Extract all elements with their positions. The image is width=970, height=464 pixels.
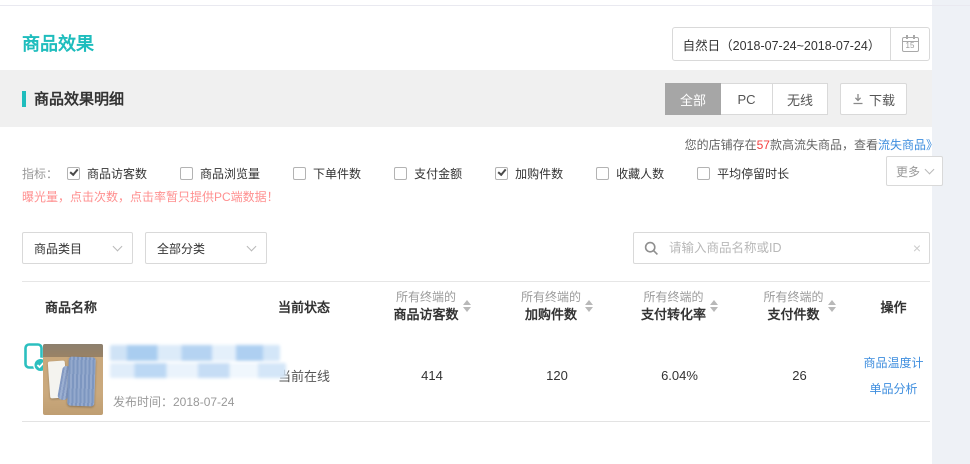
conversion-cell: 6.04% bbox=[617, 330, 742, 421]
metrics-row: 指标： 商品访客数 商品浏览量 下单件数 支付金额 加购件数 收藏人数 平均停留… bbox=[22, 158, 822, 188]
product-thermometer-link[interactable]: 商品温度计 bbox=[863, 354, 923, 371]
chevron-down-icon bbox=[925, 164, 935, 174]
checkbox-icon bbox=[394, 167, 407, 180]
col-header-paid-items[interactable]: 所有终端的支付件数 bbox=[742, 289, 857, 323]
paid-items-cell: 26 bbox=[742, 330, 857, 421]
product-search-box bbox=[633, 232, 930, 264]
download-icon bbox=[852, 93, 864, 105]
accent-bar bbox=[22, 91, 26, 107]
category-select[interactable]: 商品类目 bbox=[22, 232, 133, 264]
metric-checkbox-pageviews[interactable]: 商品浏览量 bbox=[180, 165, 260, 182]
metric-checkbox-visitors[interactable]: 商品访客数 bbox=[67, 165, 147, 182]
col-header-conversion[interactable]: 所有终端的支付转化率 bbox=[617, 289, 742, 323]
single-item-analysis-link[interactable]: 单品分析 bbox=[869, 380, 917, 397]
col-header-status: 当前状态 bbox=[257, 297, 367, 316]
date-range-picker[interactable]: 自然日（2018-07-24~2018-07-24） 15 bbox=[672, 27, 930, 61]
sort-icon[interactable] bbox=[828, 300, 836, 312]
table-header-row: 商品名称 当前状态 所有终端的商品访客数 所有终端的加购件数 所有终端的支付转化… bbox=[22, 282, 930, 330]
sort-icon[interactable] bbox=[585, 300, 593, 312]
product-thumbnail[interactable] bbox=[43, 344, 103, 415]
product-title-redacted[interactable] bbox=[110, 363, 286, 378]
section-header-band: 商品效果明细 全部 PC 无线 下载 bbox=[0, 70, 932, 127]
section-title: 商品效果明细 bbox=[22, 70, 124, 127]
checkbox-icon bbox=[495, 167, 508, 180]
metric-checkbox-payment-amount[interactable]: 支付金额 bbox=[394, 165, 462, 182]
metric-checkbox-favorites[interactable]: 收藏人数 bbox=[596, 165, 664, 182]
search-icon bbox=[644, 241, 659, 256]
page-right-gutter bbox=[932, 0, 970, 464]
visitors-cell: 414 bbox=[367, 330, 497, 421]
table-row: 发布时间：2018-07-24 当前在线 414 120 6.04% 26 商品… bbox=[22, 330, 930, 422]
product-cell: 发布时间：2018-07-24 bbox=[22, 330, 257, 421]
loss-products-notice: 您的店铺存在57款高流失商品，查看流失商品》 bbox=[685, 136, 938, 153]
metrics-label: 指标： bbox=[22, 165, 58, 182]
metric-checkbox-stay-time[interactable]: 平均停留时长 bbox=[697, 165, 789, 182]
date-range-label: 自然日（2018-07-24~2018-07-24） bbox=[673, 28, 890, 60]
product-title-redacted[interactable] bbox=[110, 345, 280, 361]
more-metrics-button[interactable]: 更多 bbox=[886, 156, 943, 186]
metric-checkbox-orders[interactable]: 下单件数 bbox=[293, 165, 361, 182]
page-title: 商品效果 bbox=[22, 30, 94, 56]
col-header-product-name: 商品名称 bbox=[22, 297, 257, 316]
checkbox-icon bbox=[293, 167, 306, 180]
tab-wireless[interactable]: 无线 bbox=[772, 83, 828, 115]
chevron-down-icon bbox=[113, 241, 123, 251]
checkbox-icon bbox=[697, 167, 710, 180]
tab-all-terminals[interactable]: 全部 bbox=[665, 83, 721, 115]
col-header-actions: 操作 bbox=[857, 297, 930, 316]
sort-icon[interactable] bbox=[463, 300, 471, 312]
chevron-down-icon bbox=[247, 241, 257, 251]
checkbox-icon bbox=[596, 167, 609, 180]
actions-cell: 商品温度计 单品分析 bbox=[857, 330, 930, 421]
top-divider bbox=[0, 5, 970, 6]
checkbox-icon bbox=[180, 167, 193, 180]
product-table: 商品名称 当前状态 所有终端的商品访客数 所有终端的加购件数 所有终端的支付转化… bbox=[22, 281, 930, 422]
publish-time: 发布时间：2018-07-24 bbox=[113, 393, 234, 410]
metric-checkbox-cart-items[interactable]: 加购件数 bbox=[495, 165, 563, 182]
pc-data-warning: 曝光量，点击次数，点击率暂只提供PC端数据！ bbox=[22, 188, 279, 205]
loss-products-link[interactable]: 流失商品》 bbox=[878, 138, 938, 152]
col-header-visitors[interactable]: 所有终端的商品访客数 bbox=[367, 289, 497, 323]
tab-pc[interactable]: PC bbox=[720, 83, 773, 115]
clear-search-icon[interactable] bbox=[905, 240, 929, 256]
sort-icon[interactable] bbox=[710, 300, 718, 312]
checkbox-icon bbox=[67, 167, 80, 180]
loss-count: 57 bbox=[757, 138, 770, 152]
search-input[interactable] bbox=[667, 240, 905, 256]
subcategory-select[interactable]: 全部分类 bbox=[145, 232, 267, 264]
cart-items-cell: 120 bbox=[497, 330, 617, 421]
download-button[interactable]: 下载 bbox=[840, 83, 907, 115]
calendar-icon: 15 bbox=[902, 37, 919, 52]
calendar-button[interactable]: 15 bbox=[890, 28, 929, 60]
col-header-cart-items[interactable]: 所有终端的加购件数 bbox=[497, 289, 617, 323]
